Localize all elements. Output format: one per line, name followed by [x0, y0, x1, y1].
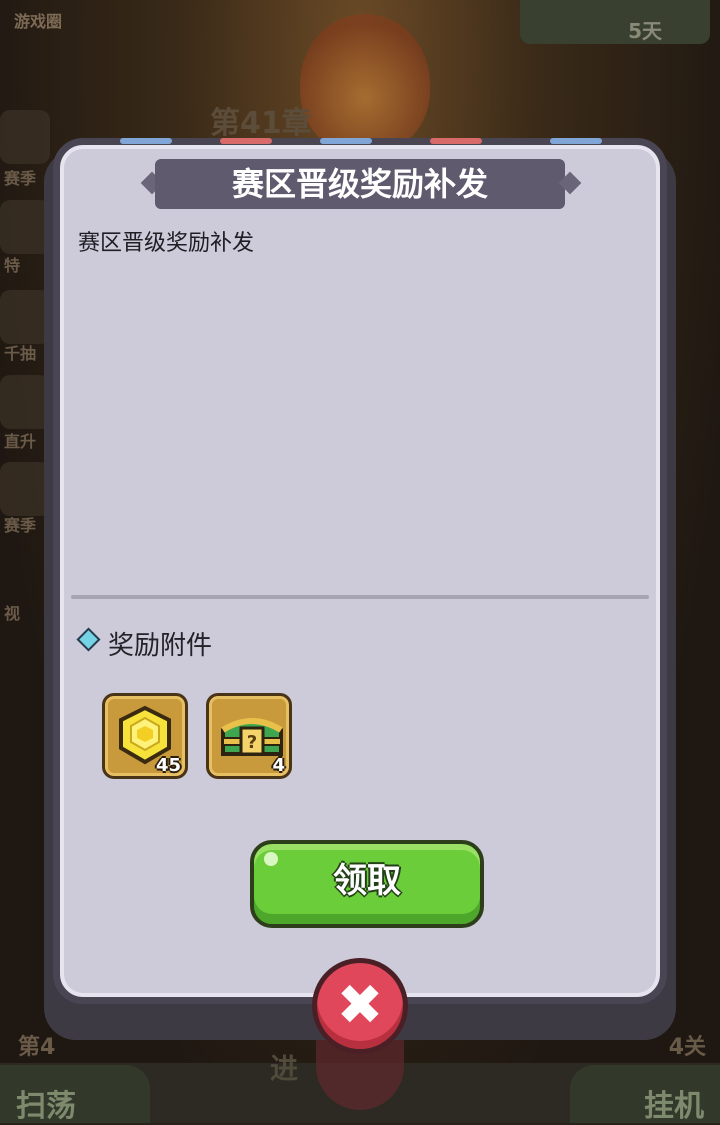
floor-right-label: 4关: [668, 1035, 706, 1060]
close-button[interactable]: ✖: [312, 958, 408, 1054]
side-menu-season-icon: [0, 110, 50, 164]
claim-button[interactable]: 领取: [250, 840, 484, 928]
top-stripe: [320, 138, 372, 144]
event-timer-badge: 5天: [520, 0, 710, 44]
divider: [71, 595, 649, 599]
reward-count: 4: [272, 755, 285, 776]
side-menu-label: 赛季: [4, 516, 37, 535]
diamond-bullet-icon: [76, 627, 101, 652]
side-menu-special-icon: [0, 200, 50, 254]
top-stripe: [550, 138, 602, 144]
side-menu-direct-icon: [0, 375, 50, 429]
svg-text:?: ?: [247, 732, 257, 753]
close-icon: ✖: [336, 973, 384, 1038]
idle-button[interactable]: 挂机: [570, 1065, 720, 1124]
side-menu-label: 视: [4, 604, 21, 623]
side-menu-draw-icon: [0, 290, 50, 344]
mail-message: 赛区晋级奖励补发: [78, 231, 255, 256]
challenge-label: 进: [270, 1052, 299, 1085]
sweep-button[interactable]: 扫荡: [0, 1065, 150, 1124]
claim-button-label: 领取: [333, 861, 401, 901]
attachments-title: 奖励附件: [108, 631, 213, 661]
top-stripe: [220, 138, 272, 144]
floor-left-label: 第4: [18, 1035, 56, 1060]
reward-slot-chest[interactable]: ? 4: [206, 693, 292, 779]
top-stripe: [430, 138, 482, 144]
side-menu-label: 赛季: [4, 169, 37, 188]
flame-character-icon: [300, 14, 430, 154]
chapter-label: 第41章: [210, 106, 312, 141]
button-shine: [264, 852, 278, 866]
side-menu-label: 直升: [4, 432, 37, 451]
side-menu-label: 千抽: [4, 344, 37, 363]
reward-slot-gold-gem[interactable]: 45: [102, 693, 188, 779]
dialog-title: 赛区晋级奖励补发: [155, 159, 565, 209]
top-stripe: [120, 138, 172, 144]
reward-mail-dialog: 赛区晋级奖励补发 赛区晋级奖励补发 奖励附件 45 ? 4 领取: [53, 138, 667, 1004]
side-menu-label: 特: [4, 256, 21, 275]
side-menu-season2-icon: [0, 462, 50, 516]
game-circle-label: 游戏圈: [14, 12, 63, 31]
reward-count: 45: [155, 755, 181, 776]
